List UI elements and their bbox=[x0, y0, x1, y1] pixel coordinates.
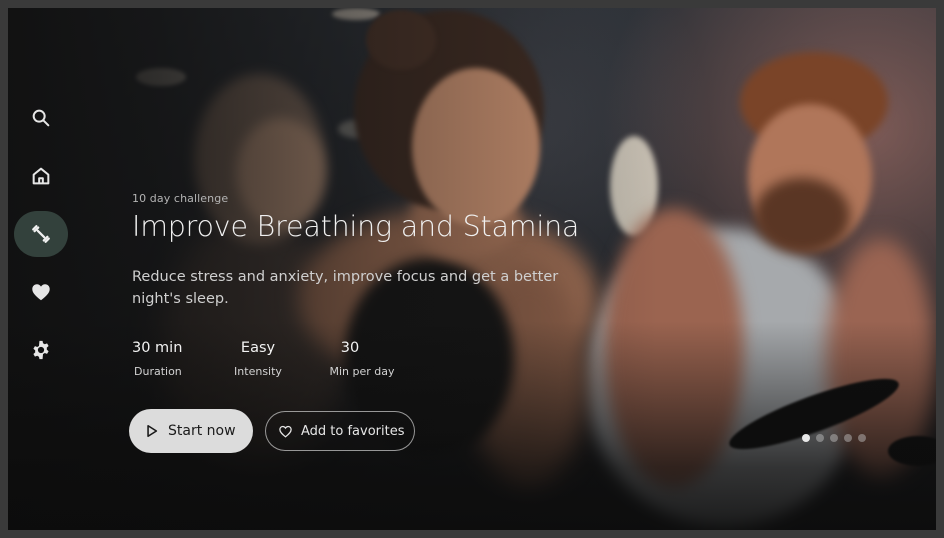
tv-screen: 10 day challenge Improve Breathing and S… bbox=[8, 8, 936, 530]
heart-icon bbox=[32, 284, 50, 301]
stat-label: Duration bbox=[134, 365, 182, 378]
carousel-dot[interactable] bbox=[858, 434, 866, 442]
gear-icon bbox=[33, 340, 49, 360]
add-to-favorites-label: Add to favorites bbox=[301, 423, 405, 439]
stat-value: Easy bbox=[240, 340, 276, 356]
sidebar-item-search[interactable] bbox=[14, 95, 68, 141]
carousel-dot[interactable] bbox=[844, 434, 852, 442]
stat-duration: 30 min Duration bbox=[132, 340, 182, 378]
carousel-dot[interactable] bbox=[816, 434, 824, 442]
page-title: Improve Breathing and Stamina bbox=[132, 210, 580, 243]
search-icon bbox=[32, 109, 50, 127]
sidebar-item-settings[interactable] bbox=[14, 327, 68, 373]
carousel-dot[interactable] bbox=[802, 434, 810, 442]
sidebar-item-favorites[interactable] bbox=[14, 269, 68, 315]
sidebar-item-workouts[interactable] bbox=[14, 211, 68, 257]
stat-intensity: Easy Intensity bbox=[228, 340, 288, 378]
play-icon bbox=[147, 424, 158, 438]
start-now-label: Start now bbox=[168, 423, 236, 439]
hero-content: 10 day challenge Improve Breathing and S… bbox=[132, 192, 602, 310]
home-icon bbox=[32, 167, 50, 185]
stat-min-per-day: 30 Min per day bbox=[322, 340, 402, 378]
stat-value: 30 bbox=[340, 340, 360, 356]
challenge-kicker: 10 day challenge bbox=[132, 192, 229, 205]
dumbbell-icon bbox=[32, 225, 50, 243]
add-to-favorites-button[interactable]: Add to favorites bbox=[265, 411, 415, 451]
heart-outline-icon bbox=[279, 425, 292, 438]
stat-label: Min per day bbox=[329, 365, 395, 378]
stat-value: 30 min bbox=[132, 340, 183, 356]
hero-description: Reduce stress and anxiety, improve focus… bbox=[132, 269, 559, 307]
carousel-indicator bbox=[802, 434, 866, 442]
start-now-button[interactable]: Start now bbox=[129, 409, 253, 453]
sidebar-item-home[interactable] bbox=[14, 153, 68, 199]
carousel-dot[interactable] bbox=[830, 434, 838, 442]
sidebar-nav bbox=[8, 8, 76, 530]
stat-label: Intensity bbox=[234, 365, 282, 378]
